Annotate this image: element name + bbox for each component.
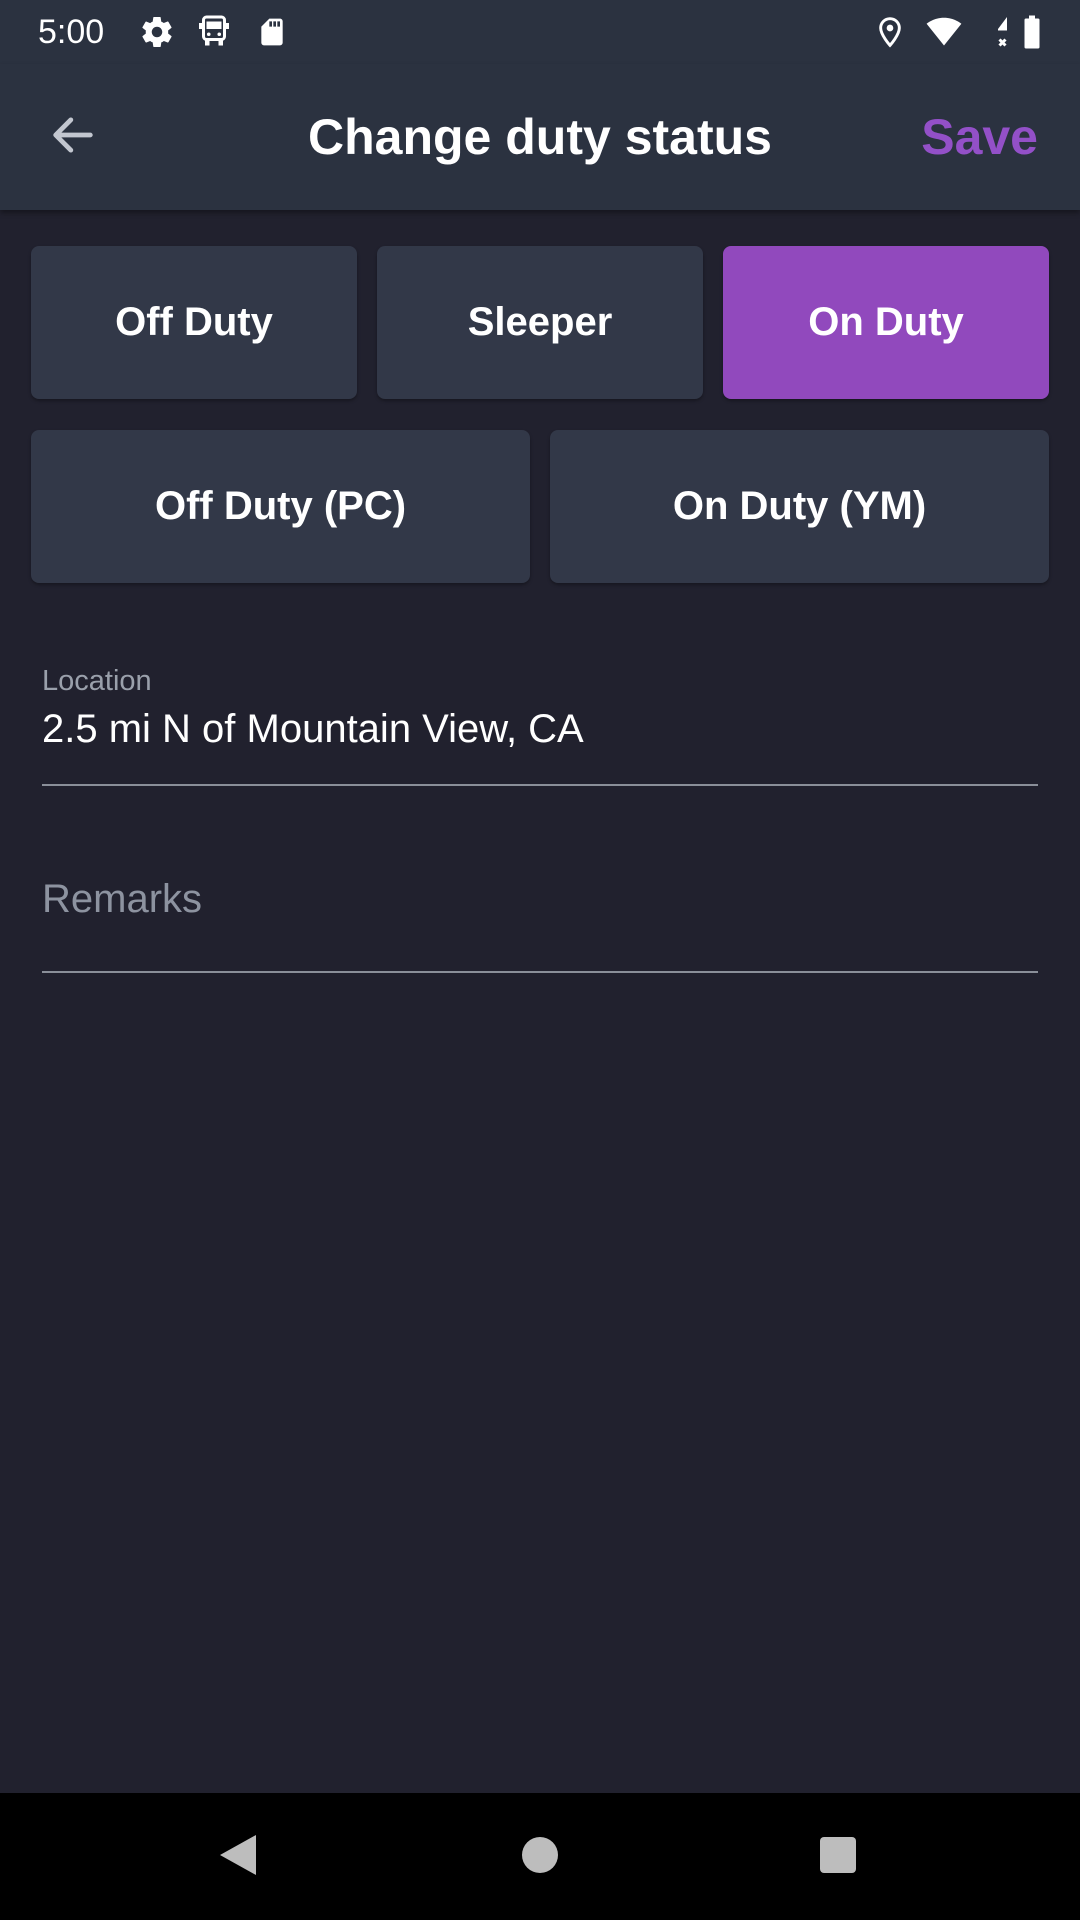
duty-status-off-duty-button[interactable]: Off Duty bbox=[31, 246, 357, 399]
nav-back-button[interactable] bbox=[206, 1825, 270, 1889]
duty-status-label: Off Duty (PC) bbox=[154, 484, 407, 528]
remarks-underline bbox=[42, 971, 1038, 973]
duty-status-label: On Duty bbox=[808, 300, 964, 344]
app-bar: Change duty status Save bbox=[0, 64, 1080, 210]
remarks-field[interactable]: Remarks bbox=[42, 876, 1038, 976]
location-label: Location bbox=[42, 665, 152, 697]
nav-recents-button[interactable] bbox=[806, 1825, 870, 1889]
duty-status-sleeper-button[interactable]: Sleeper bbox=[377, 246, 703, 399]
status-bar: 5:00 bbox=[0, 0, 1080, 64]
status-time: 5:00 bbox=[38, 13, 105, 51]
duty-status-label: On Duty (YM) bbox=[672, 484, 927, 528]
save-button[interactable]: Save bbox=[921, 108, 1038, 166]
back-triangle-icon bbox=[216, 1831, 260, 1884]
recents-square-icon bbox=[818, 1835, 858, 1880]
duty-status-on-duty-ym-button[interactable]: On Duty (YM) bbox=[550, 430, 1049, 583]
sd-card-icon bbox=[252, 12, 292, 52]
duty-status-off-duty-pc-button[interactable]: Off Duty (PC) bbox=[31, 430, 530, 583]
duty-status-on-duty-button[interactable]: On Duty bbox=[723, 246, 1049, 399]
page-title: Change duty status bbox=[308, 109, 772, 165]
navigation-bar bbox=[0, 1793, 1080, 1920]
location-pin-icon bbox=[870, 12, 910, 52]
battery-icon bbox=[1012, 12, 1052, 52]
location-underline bbox=[42, 784, 1038, 786]
gear-icon bbox=[137, 12, 177, 52]
bus-icon bbox=[194, 12, 234, 52]
duty-status-label: Off Duty bbox=[115, 300, 273, 344]
cell-signal-icon bbox=[972, 12, 1012, 52]
remarks-placeholder: Remarks bbox=[42, 877, 203, 921]
duty-status-label: Sleeper bbox=[467, 300, 613, 344]
nav-home-button[interactable] bbox=[508, 1825, 572, 1889]
location-field[interactable]: Location 2.5 mi N of Mountain View, CA bbox=[42, 664, 1038, 786]
wifi-icon bbox=[924, 12, 964, 52]
home-circle-icon bbox=[520, 1835, 560, 1880]
location-value: 2.5 mi N of Mountain View, CA bbox=[42, 707, 584, 751]
